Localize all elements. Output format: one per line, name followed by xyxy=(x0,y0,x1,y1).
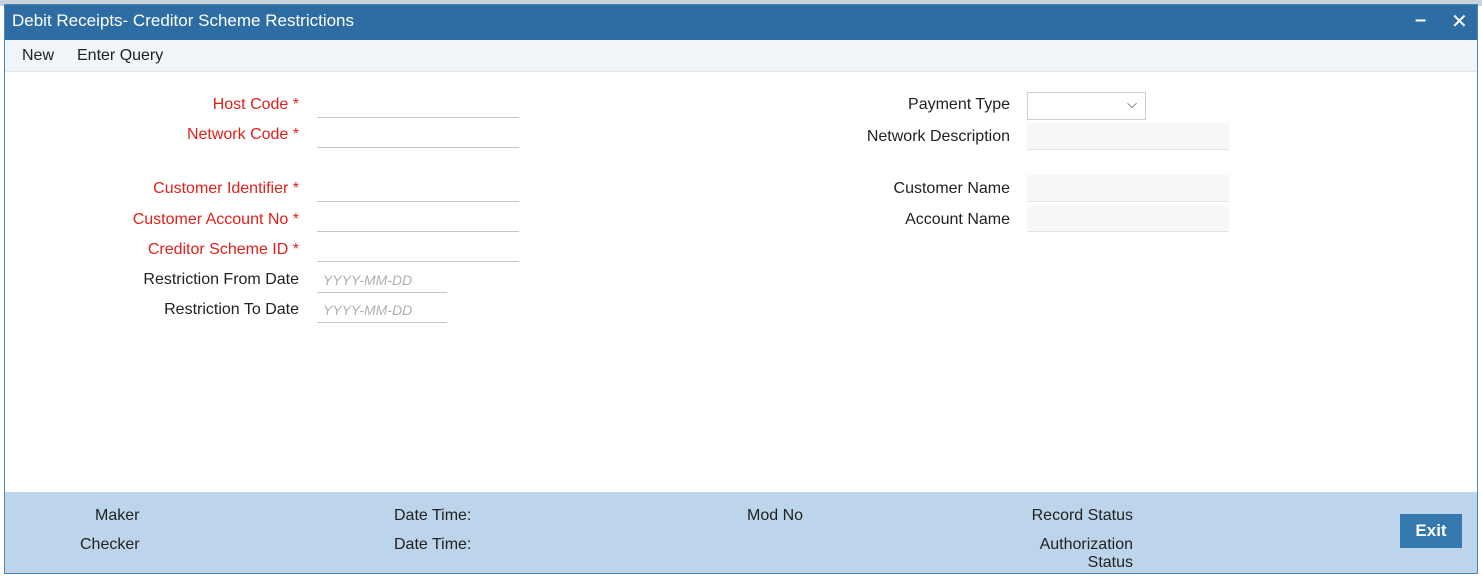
restriction-to-date-label: Restriction To Date xyxy=(164,301,299,318)
checker-date-time-label: Date Time: xyxy=(394,536,472,553)
minimize-icon[interactable]: – xyxy=(1415,9,1426,32)
network-code-input[interactable] xyxy=(317,124,519,148)
restriction-from-date-label: Restriction From Date xyxy=(143,271,299,288)
customer-identifier-label: Customer Identifier * xyxy=(153,180,299,197)
mod-no-label: Mod No xyxy=(747,507,804,524)
menu-bar: New Enter Query xyxy=(5,40,1477,72)
payment-type-label: Payment Type xyxy=(908,96,1010,113)
payment-type-select[interactable]: ⌵ xyxy=(1027,92,1146,120)
title-bar: Debit Receipts- Creditor Scheme Restrict… xyxy=(5,5,1477,40)
exit-button[interactable]: Exit xyxy=(1400,514,1462,548)
customer-name-field xyxy=(1027,175,1229,202)
network-code-label: Network Code * xyxy=(186,126,299,143)
customer-account-no-label: Customer Account No * xyxy=(132,211,299,228)
chevron-down-icon: ⌵ xyxy=(1127,96,1137,111)
host-code-label: Host Code * xyxy=(212,96,299,113)
record-status-label: Record Status xyxy=(1031,507,1133,524)
maker-label: Maker xyxy=(95,507,140,524)
network-description-field xyxy=(1027,123,1229,150)
authorization-status-label: Authorization Status xyxy=(1039,536,1133,571)
new-menu-item[interactable]: New xyxy=(22,47,54,65)
enter-query-menu-item[interactable]: Enter Query xyxy=(77,47,163,65)
dialog-window: Debit Receipts- Creditor Scheme Restrict… xyxy=(4,4,1478,574)
customer-name-label: Customer Name xyxy=(893,180,1010,197)
customer-account-no-input[interactable] xyxy=(317,208,519,232)
creditor-scheme-id-label: Creditor Scheme ID * xyxy=(147,241,299,258)
creditor-scheme-id-input[interactable] xyxy=(317,238,519,262)
checker-label: Checker xyxy=(80,536,140,553)
customer-identifier-input[interactable] xyxy=(317,178,519,202)
network-description-label: Network Description xyxy=(866,128,1010,145)
maker-date-time-label: Date Time: xyxy=(394,507,472,524)
close-icon[interactable]: ✕ xyxy=(1451,9,1468,34)
audit-footer: Maker Checker Date Time: Date Time: Mod … xyxy=(5,492,1477,573)
restriction-from-date-input[interactable] xyxy=(317,268,447,293)
host-code-input[interactable] xyxy=(317,94,519,118)
window-title: Debit Receipts- Creditor Scheme Restrict… xyxy=(12,11,355,30)
account-name-field xyxy=(1027,205,1229,232)
account-name-label: Account Name xyxy=(905,211,1010,228)
restriction-to-date-input[interactable] xyxy=(317,298,447,323)
